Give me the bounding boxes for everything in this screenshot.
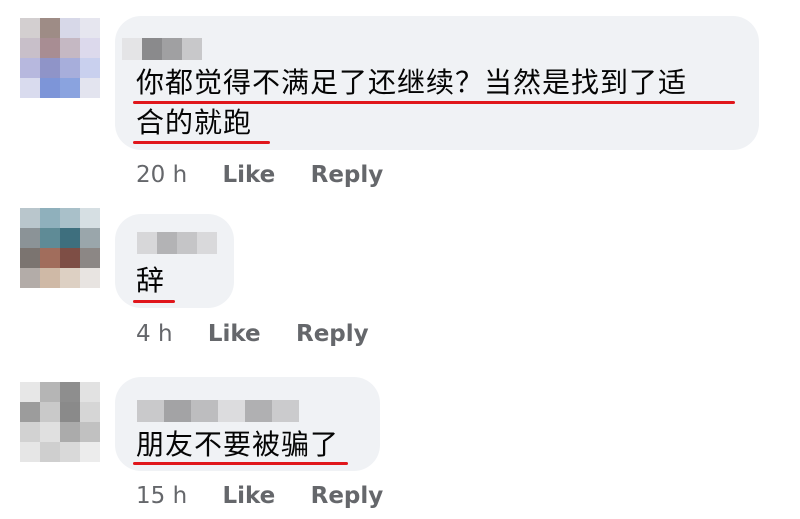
comment-timestamp[interactable]: 20 h	[136, 162, 187, 188]
comment-text-line-1: 你都觉得不满足了还继续？当然是找到了适	[136, 66, 688, 99]
comment-text-line-1: 朋友不要被骗了	[136, 428, 340, 461]
red-underline	[133, 300, 175, 303]
commenter-name-blurred[interactable]	[137, 232, 217, 254]
avatar[interactable]	[20, 382, 100, 462]
comment-text-line-2: 合的就跑	[136, 106, 253, 139]
comment-meta-row: 4 h Like Reply	[136, 321, 369, 347]
comment-bubble	[115, 214, 234, 308]
like-button[interactable]: Like	[222, 162, 275, 188]
comment-text-line-1: 辞	[136, 264, 166, 297]
commenter-name-blurred[interactable]	[137, 400, 299, 422]
reply-button[interactable]: Reply	[296, 321, 369, 347]
commenter-name-blurred[interactable]	[122, 38, 202, 60]
reply-button[interactable]: Reply	[311, 483, 384, 509]
comment-meta-row: 15 h Like Reply	[136, 483, 383, 509]
comment-meta-row: 20 h Like Reply	[136, 162, 383, 188]
like-button[interactable]: Like	[208, 321, 261, 347]
like-button[interactable]: Like	[222, 483, 275, 509]
reply-button[interactable]: Reply	[311, 162, 384, 188]
comment-timestamp[interactable]: 4 h	[136, 321, 173, 347]
avatar[interactable]	[20, 208, 100, 288]
avatar[interactable]	[20, 18, 100, 98]
red-underline	[133, 141, 270, 144]
comment-timestamp[interactable]: 15 h	[136, 483, 187, 509]
red-underline	[133, 462, 348, 465]
